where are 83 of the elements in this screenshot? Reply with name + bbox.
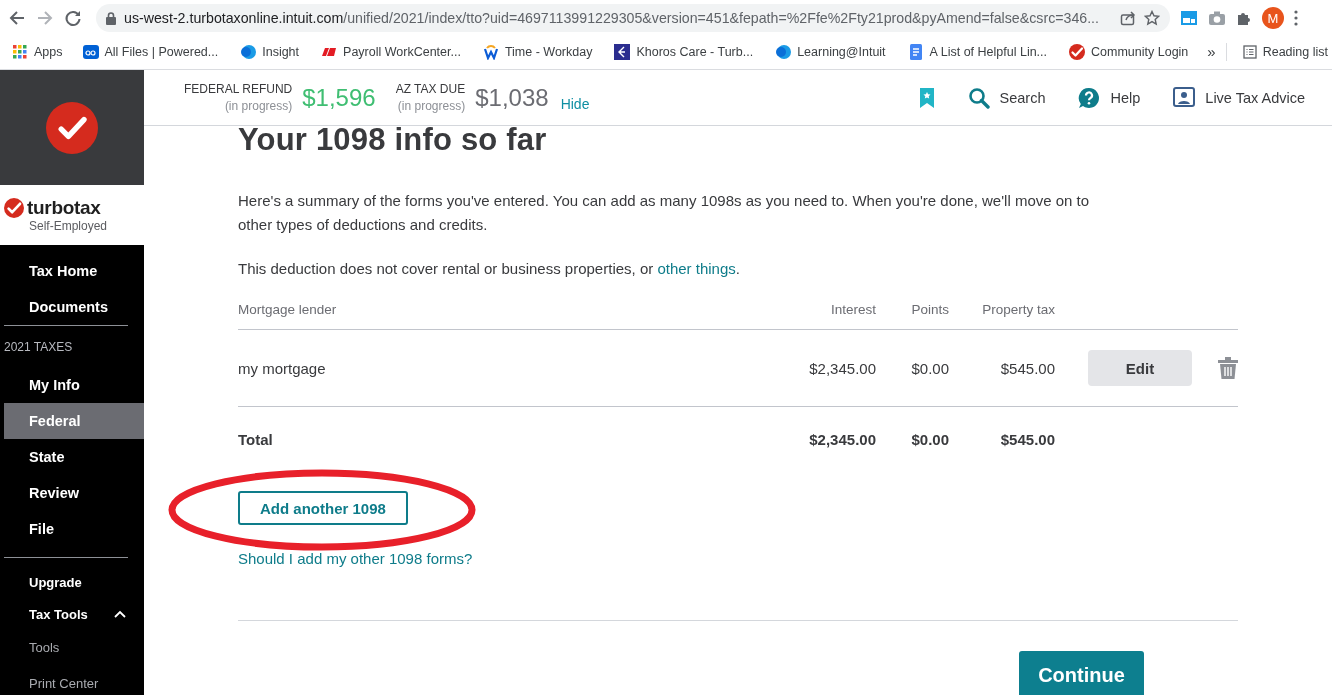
live-advice-button[interactable]: Live Tax Advice <box>1173 86 1305 109</box>
overflow-chevron[interactable]: » <box>1207 43 1227 61</box>
nav-item[interactable]: Documents <box>4 289 144 325</box>
back-icon[interactable] <box>8 9 26 27</box>
status-label: (in progress) <box>396 97 466 115</box>
khoros-logo-icon <box>614 44 631 60</box>
reading-list-button[interactable]: Reading list <box>1234 45 1328 59</box>
bookmark-link[interactable]: Khoros Care - Turb... <box>606 44 768 60</box>
column-header: Points <box>910 301 949 317</box>
url-text: us-west-2.turbotaxonline.intuit.com/unified/2021/index/tto?uid=4697113991229305&version=451&fepath=%2Ffe%2Fty21prod&pyAmend=false&csrc=346... <box>124 10 1100 26</box>
bookmark-link[interactable]: Time - Workday <box>474 44 607 60</box>
reading-list-icon <box>1242 45 1257 59</box>
nav-item[interactable]: Tax Home <box>4 253 144 289</box>
column-header: Interest <box>829 301 876 317</box>
camera-icon[interactable] <box>1208 10 1226 26</box>
workday-logo-icon <box>482 44 499 60</box>
note-text: This deduction does not cover rental or business properties, or other things. <box>238 259 741 279</box>
continue-button[interactable]: Continue <box>1019 651 1144 695</box>
table-cell-text: $545.00 <box>999 359 1055 377</box>
circle-logo-icon <box>775 44 792 60</box>
share-icon[interactable] <box>1120 10 1136 26</box>
bookmark-link[interactable]: Community Login <box>1061 44 1203 60</box>
table-cell-text: $2,345.00 <box>808 359 876 377</box>
more-icon[interactable] <box>1294 10 1298 26</box>
nav-item[interactable]: Review <box>4 475 144 511</box>
nav-item[interactable]: My Info <box>4 367 144 403</box>
nav-subitem[interactable]: Print Center <box>4 666 144 695</box>
summary-label: AZ TAX DUE <box>395 80 466 98</box>
column-header: Property tax <box>981 301 1055 317</box>
bookmark-link[interactable]: Insight <box>232 44 314 60</box>
sidebar-panel-icon[interactable] <box>1180 10 1198 26</box>
box-logo-icon <box>82 44 99 60</box>
bookmark-link[interactable]: Learning@Intuit <box>767 44 900 60</box>
amount: $1,596 <box>302 83 376 112</box>
upgrade-link[interactable]: Upgrade <box>4 566 144 598</box>
help-link[interactable]: Should I add my other 1098 forms? <box>238 550 1238 567</box>
amount: $1,038 <box>475 83 549 112</box>
status-label: (in progress) <box>223 97 293 115</box>
trash-icon[interactable] <box>1218 357 1238 379</box>
help-icon <box>1078 86 1101 109</box>
page-title: Your 1098 info so far <box>238 123 548 157</box>
bookmark-star-icon[interactable] <box>918 87 935 108</box>
apps-grid-icon <box>12 44 28 60</box>
circle-logo-icon <box>240 44 257 60</box>
nav-subitem[interactable]: Tools <box>4 630 144 666</box>
reload-icon[interactable] <box>64 9 82 27</box>
total-cell-text: $2,345.00 <box>808 430 876 448</box>
bookmark-link[interactable]: A List of Helpful Lin... <box>899 44 1062 60</box>
nav-item[interactable]: File <box>4 511 144 547</box>
nav-item[interactable]: Federal <box>4 403 144 439</box>
add-1098-button[interactable]: Add another 1098 <box>238 491 408 525</box>
address-bar[interactable]: us-west-2.turbotaxonline.intuit.com/unified/2021/index/tto?uid=4697113991229305&version=451&fepath=%2Ffe%2Fty21prod&pyAmend=false&csrc=346... <box>96 4 1170 32</box>
table-cell-text: my mortgage <box>238 359 327 377</box>
total-cell-text: $545.00 <box>999 430 1055 448</box>
turbotax-check-icon[interactable] <box>46 101 98 154</box>
tax-tools-toggle[interactable]: Tax Tools <box>4 598 144 630</box>
check-circle-icon <box>4 198 24 218</box>
lock-icon <box>106 11 116 25</box>
section-label: 2021 TAXES <box>3 339 74 356</box>
product-name: turbotax <box>27 197 101 219</box>
document-icon <box>907 44 924 60</box>
edition-label: Self-Employed <box>28 219 109 233</box>
profile-avatar[interactable]: M <box>1262 7 1284 29</box>
summary-label: FEDERAL REFUND <box>184 80 293 98</box>
help-button[interactable]: Help <box>1078 86 1141 109</box>
hide-link[interactable]: Hide <box>560 95 590 112</box>
apps-link[interactable]: Apps <box>4 44 75 60</box>
check-circle-icon <box>1069 44 1086 60</box>
column-header: Mortgage lender <box>238 301 338 317</box>
puzzle-icon[interactable] <box>1236 10 1252 26</box>
bookmark-link[interactable]: Payroll WorkCenter... <box>313 44 475 60</box>
search-icon <box>967 86 990 109</box>
other-things-link[interactable]: other things <box>657 260 736 277</box>
person-screen-icon <box>1173 86 1196 109</box>
total-cell-text: $0.00 <box>910 430 949 448</box>
table-cell-text: $0.00 <box>910 359 949 377</box>
nav-item[interactable]: State <box>4 439 144 475</box>
intro-text: Here's a summary of the forms you've entered. You can add as many 1098s as you need to. When you're done, we'll move on to other types of deductions and credits. <box>238 191 1091 235</box>
bookmark-link[interactable]: All Files | Powered... <box>74 44 233 60</box>
star-icon[interactable] <box>1144 10 1160 26</box>
total-label: Total <box>238 430 274 448</box>
edit-button[interactable]: Edit <box>1088 350 1192 386</box>
search-button[interactable]: Search <box>967 86 1046 109</box>
